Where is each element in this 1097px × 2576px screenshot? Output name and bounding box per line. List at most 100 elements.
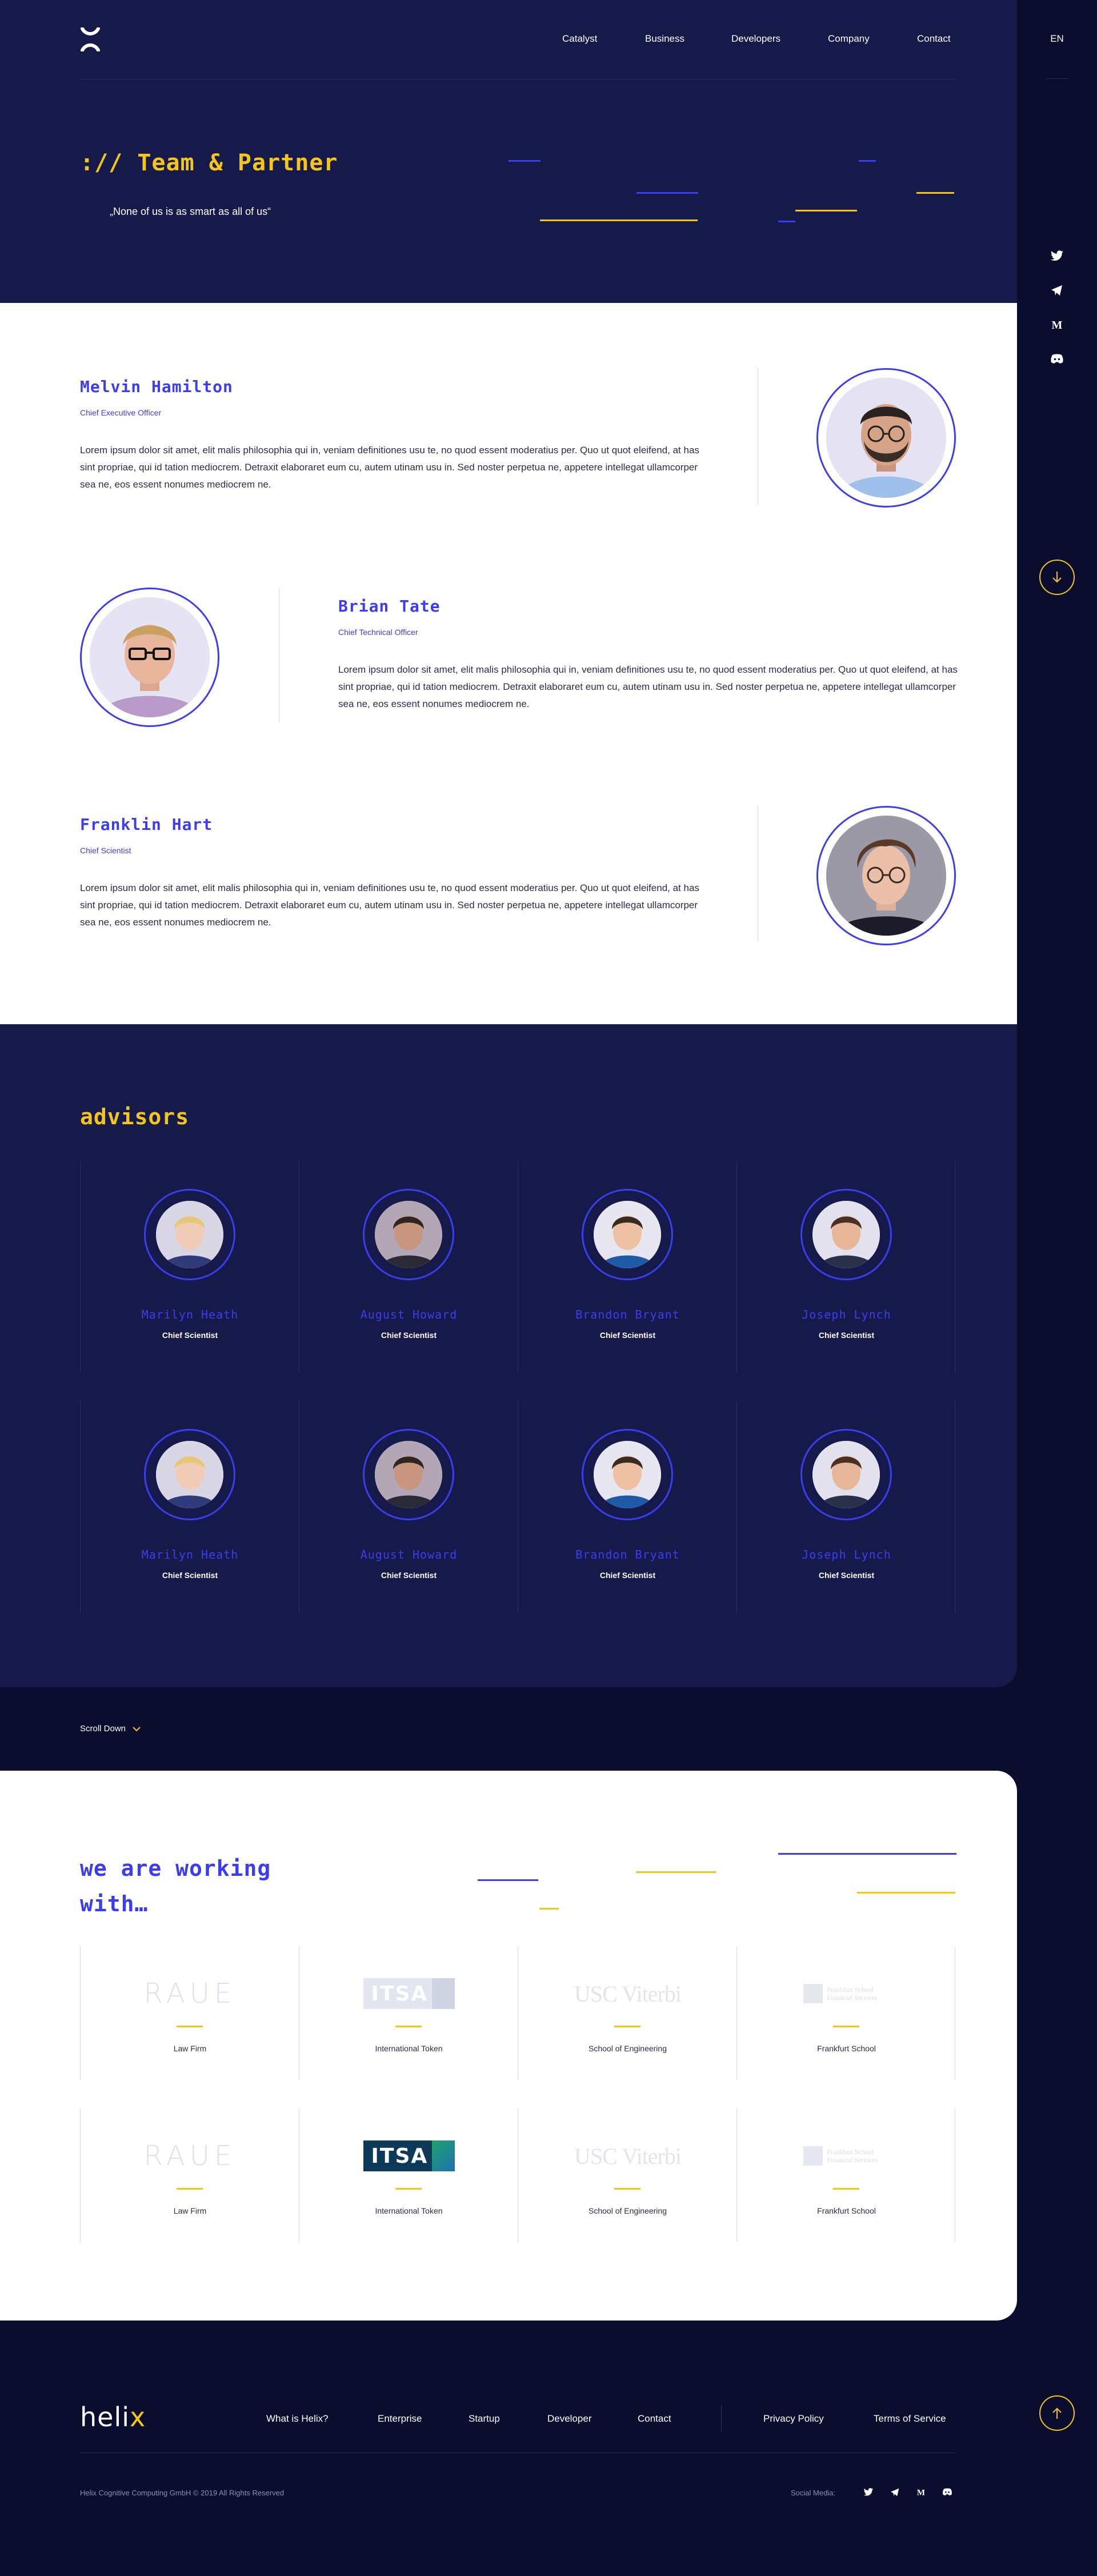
avatar <box>156 1201 223 1268</box>
advisor-name: Joseph Lynch <box>802 1548 891 1561</box>
member-portrait <box>80 588 219 727</box>
discord-icon[interactable] <box>1049 351 1065 367</box>
svg-text:M: M <box>1052 319 1063 330</box>
partner-card[interactable]: RAUE Law Firm <box>80 2109 299 2242</box>
svg-text:M: M <box>917 2488 925 2497</box>
advisor-name: Joseph Lynch <box>802 1308 891 1321</box>
advisor-portrait <box>363 1189 454 1280</box>
partner-card[interactable]: Frankfurt School Financial Services Frank… <box>736 2109 955 2242</box>
advisor-role: Chief Scientist <box>162 1571 218 1580</box>
accent-bar <box>177 2026 203 2027</box>
advisor-role: Chief Scientist <box>381 1331 437 1340</box>
avatar <box>826 816 946 936</box>
advisor-role: Chief Scientist <box>162 1331 218 1340</box>
member-bio: Lorem ipsum dolor sit amet, elit malis p… <box>338 664 958 709</box>
partner-label: Frankfurt School <box>817 2044 876 2053</box>
footer-nav-enterprise[interactable]: Enterprise <box>378 2413 422 2425</box>
member-portrait <box>816 368 956 508</box>
accent-bar <box>833 2188 859 2190</box>
nav-catalyst[interactable]: Catalyst <box>562 33 597 45</box>
partner-card[interactable]: USC Viterbi School of Engineering <box>518 2109 736 2242</box>
partner-label: Law Firm <box>173 2206 207 2215</box>
avatar <box>156 1441 223 1508</box>
discord-icon[interactable] <box>940 2485 954 2499</box>
member-bio: Lorem ipsum dolor sit amet, elit malis p… <box>80 882 699 928</box>
partner-label: Law Firm <box>173 2044 207 2053</box>
advisor-name: August Howard <box>360 1548 458 1561</box>
avatar <box>826 378 946 498</box>
nav-developers[interactable]: Developers <box>731 33 780 45</box>
advisors-section: advisors Marilyn Heath Chief Scientist Aug… <box>0 1024 1017 1687</box>
avatar <box>375 1201 442 1268</box>
partner-card[interactable]: RAUE Law Firm <box>80 1947 299 2079</box>
telegram-icon[interactable] <box>888 2485 902 2499</box>
avatar <box>812 1201 880 1268</box>
advisor-name: Brandon Bryant <box>575 1308 680 1321</box>
scroll-to-top-button[interactable] <box>1039 2395 1075 2431</box>
member-role: Chief Executive Officer <box>80 408 162 417</box>
partner-card[interactable]: ITSA International Token <box>299 2109 518 2242</box>
accent-bar <box>833 2026 859 2027</box>
section-title: we are working with… <box>80 1851 271 1922</box>
footer-logo[interactable]: helix <box>80 2402 146 2433</box>
language-selector[interactable]: EN <box>1017 33 1097 45</box>
nav-contact[interactable]: Contact <box>917 33 951 45</box>
nav-company[interactable]: Company <box>828 33 870 45</box>
advisor-portrait <box>582 1429 673 1520</box>
hero-section: Catalyst Business Developers Company Con… <box>0 0 1017 303</box>
scroll-down-link[interactable]: Scroll Down <box>80 1724 141 1734</box>
advisor-portrait <box>144 1189 235 1280</box>
advisor-name: Marilyn Heath <box>141 1308 239 1321</box>
advisor-card: Brandon Bryant Chief Scientist <box>518 1401 736 1613</box>
advisor-card: Joseph Lynch Chief Scientist <box>736 1401 955 1613</box>
decor-line <box>916 192 954 194</box>
footer-terms-of-service[interactable]: Terms of Service <box>874 2413 946 2425</box>
scroll-down-label: Scroll Down <box>80 1724 126 1734</box>
nav-business[interactable]: Business <box>645 33 684 45</box>
decor-line <box>857 1892 955 1894</box>
partner-card[interactable]: USC Viterbi School of Engineering <box>518 1947 736 2079</box>
telegram-icon[interactable] <box>1049 282 1065 298</box>
twitter-icon[interactable] <box>1049 248 1065 264</box>
partner-card[interactable]: Frankfurt School Financial Services Frank… <box>736 1947 955 2079</box>
advisor-card: August Howard Chief Scientist <box>299 1161 518 1373</box>
chevron-down-icon <box>133 1726 141 1731</box>
partner-logo: Frankfurt School Financial Services <box>803 2146 890 2166</box>
logo-text: heli <box>80 2402 130 2433</box>
advisor-card: Marilyn Heath Chief Scientist <box>80 1401 299 1613</box>
advisor-portrait <box>800 1429 892 1520</box>
avatar <box>90 597 210 717</box>
footer-nav-contact[interactable]: Contact <box>638 2413 671 2425</box>
partner-label: School of Engineering <box>588 2044 667 2053</box>
decor-line <box>636 1871 716 1873</box>
accent-bar <box>395 2188 422 2190</box>
advisor-portrait <box>800 1189 892 1280</box>
decor-line <box>540 219 698 221</box>
advisor-name: August Howard <box>360 1308 458 1321</box>
twitter-icon[interactable] <box>862 2485 875 2499</box>
scroll-down-button[interactable] <box>1039 560 1075 595</box>
title-line-1: we are working <box>80 1856 271 1881</box>
partner-label: School of Engineering <box>588 2206 667 2215</box>
member-name: Franklin Hart <box>80 815 213 834</box>
decor-line <box>778 221 795 222</box>
footer-nav-startup[interactable]: Startup <box>469 2413 500 2425</box>
member-portrait <box>816 806 956 945</box>
advisor-role: Chief Scientist <box>599 1571 656 1580</box>
copyright: Helix Cognitive Computing GmbH © 2019 Al… <box>80 2489 285 2497</box>
footer-nav-what-is-helix[interactable]: What is Helix? <box>266 2413 329 2425</box>
footer-privacy-policy[interactable]: Privacy Policy <box>763 2413 824 2425</box>
right-rail: EN M <box>1017 0 1097 2576</box>
helix-logo-icon[interactable] <box>80 27 101 51</box>
partner-card[interactable]: ITSA International Token <box>299 1947 518 2079</box>
medium-icon[interactable]: M <box>1049 317 1065 333</box>
advisor-name: Marilyn Heath <box>141 1548 239 1561</box>
section-title: advisors <box>80 1104 190 1129</box>
footer-nav-developer[interactable]: Developer <box>547 2413 592 2425</box>
arrow-down-icon <box>1052 572 1062 583</box>
decor-line <box>778 1853 956 1855</box>
advisor-card: Joseph Lynch Chief Scientist <box>736 1161 955 1373</box>
decor-line <box>478 1879 538 1881</box>
title-line-2: with… <box>80 1891 149 1916</box>
medium-icon[interactable]: M <box>914 2485 928 2499</box>
